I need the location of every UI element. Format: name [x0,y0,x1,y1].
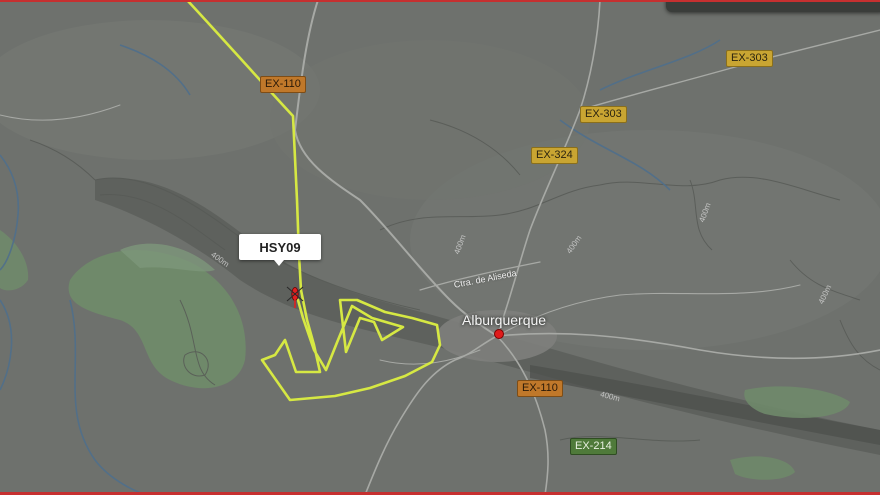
terrain-layer [0,0,880,495]
flight-callsign-label[interactable]: HSY09 [239,234,321,266]
callsign-text: HSY09 [259,239,301,255]
frame-border-top [0,0,880,2]
location-dot-icon[interactable] [494,329,504,339]
road-label-ex110-north: EX-110 [260,76,306,93]
road-label-ex214: EX-214 [570,438,617,455]
flight-tracking-map[interactable]: HSY09 EX-110 EX-303 EX-303 EX-324 EX-110… [0,0,880,495]
road-label-ex303-east: EX-303 [726,50,773,67]
town-label-alburquerque[interactable]: Alburquerque [462,312,546,328]
road-label-ex303: EX-303 [580,106,627,123]
road-label-ex324: EX-324 [531,147,578,164]
road-label-ex110-south: EX-110 [517,380,563,397]
